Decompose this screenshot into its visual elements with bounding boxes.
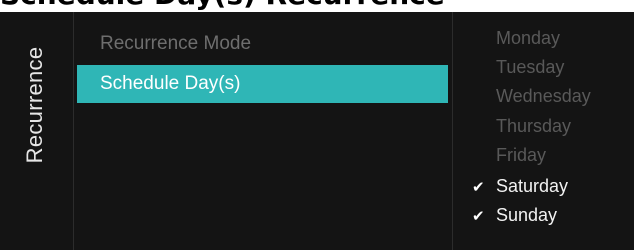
check-icon: ✔ (472, 178, 485, 196)
top-cropped-caption: Schedule Day(s) Recurrence (0, 0, 634, 12)
right-divider (452, 12, 453, 250)
day-label: Thursday (496, 116, 572, 136)
left-divider (73, 12, 74, 250)
menu-item-label: Schedule Day(s) (100, 73, 241, 94)
top-cropped-strip: Schedule Day(s) Recurrence (0, 0, 634, 12)
day-option-thursday[interactable]: Thursday (472, 112, 632, 141)
day-option-saturday[interactable]: ✔ Saturday (472, 172, 632, 201)
sidebar-title-text: Recurrence (22, 46, 47, 164)
day-label: Tuesday (496, 57, 565, 77)
menu-item-recurrence-mode[interactable]: Recurrence Mode (77, 25, 448, 63)
day-option-monday[interactable]: Monday (472, 24, 632, 53)
day-option-friday[interactable]: Friday (472, 141, 632, 170)
day-option-sunday[interactable]: ✔ Sunday (472, 201, 632, 230)
day-label: Sunday (496, 205, 558, 225)
day-label: Monday (496, 28, 561, 48)
day-label: Friday (496, 145, 547, 165)
tv-settings-panel: Recurrence Recurrence Mode Schedule Day(… (0, 12, 634, 250)
day-option-tuesday[interactable]: Tuesday (472, 53, 632, 82)
sidebar-title: Recurrence (18, 30, 52, 180)
day-label: Saturday (496, 176, 569, 196)
day-option-wednesday[interactable]: Wednesday (472, 82, 632, 111)
menu-item-label: Recurrence Mode (100, 33, 252, 54)
day-label: Wednesday (496, 86, 591, 106)
menu-item-schedule-days[interactable]: Schedule Day(s) (77, 65, 448, 103)
check-icon: ✔ (472, 207, 485, 225)
